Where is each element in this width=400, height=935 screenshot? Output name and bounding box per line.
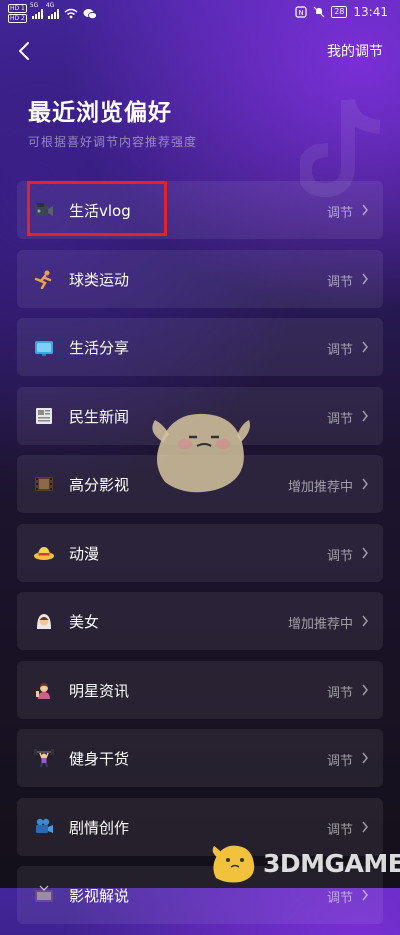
boosting-status[interactable]: 增加推荐中 [288,476,353,495]
item-label: 生活vlog [69,202,131,220]
adjust-button[interactable]: 调节 [327,887,353,906]
list-item[interactable]: 动漫 调节 [17,523,383,582]
wifi-icon [64,8,78,19]
boosting-status[interactable]: 增加推荐中 [288,613,353,632]
watermark-text: 3DMGAME [263,849,400,878]
nav-bar: 我的调节 [0,36,400,66]
adjust-button[interactable]: 调节 [327,339,353,358]
battery-icon: 28 [331,6,348,18]
page-subtitle: 可根据喜好调节内容推荐强度 [28,135,198,149]
status-left: HD 1 HD 2 5G 4G [8,2,97,23]
signal-icon-2: 4G [46,2,59,19]
chevron-right-icon [362,752,368,764]
network-type-2: 4G [45,1,55,9]
list-item[interactable]: 明星资讯 调节 [17,660,383,719]
tv-share-icon [35,341,53,356]
chevron-right-icon [362,204,368,216]
straw-hat-icon [34,546,54,560]
woman-icon [37,614,51,629]
list-item[interactable]: 健身干货 调节 [17,729,383,787]
mascot-watermark-icon [152,413,250,493]
list-item[interactable]: 生活vlog 调节 [17,181,383,239]
list-item[interactable]: 生活分享 调节 [17,318,383,376]
signal-icon: 5G [30,2,43,19]
preference-list: 生活vlog 调节 球类运动 调节 生活分享 调节 民生新闻 调节 高分影视 增… [17,181,383,935]
nfc-icon: N [295,6,307,18]
chevron-right-icon [362,684,368,695]
list-item[interactable]: 美女 增加推荐中 [17,592,383,650]
hd1-badge: HD 1 [8,4,27,13]
hd-indicator: HD 1 HD 2 [8,4,27,23]
video-camera-icon [35,203,53,216]
ball-sport-icon [34,270,52,289]
movie-camera-icon [36,818,53,833]
chevron-right-icon [362,615,368,627]
item-label: 剧情创作 [69,818,130,837]
chevron-right-icon [362,547,368,558]
chevron-right-icon [362,478,368,490]
site-watermark: 3DMGAME [208,840,400,884]
adjust-button[interactable]: 调节 [327,271,353,290]
item-label: 美女 [69,613,100,631]
adjust-button[interactable]: 调节 [327,202,353,221]
mascot-logo-icon [212,845,255,883]
item-label: 高分影视 [69,476,130,494]
chevron-right-icon [362,410,368,421]
my-adjustments-link[interactable]: 我的调节 [327,41,383,61]
item-label: 球类运动 [69,270,130,289]
chevron-right-icon [362,821,368,832]
page-title: 最近浏览偏好 [28,100,172,126]
status-bar: HD 1 HD 2 5G 4G N 28 13:41 [0,0,400,28]
hd2-badge: HD 2 [8,14,27,23]
network-type-1: 5G [29,1,39,9]
item-label: 健身干货 [69,750,130,768]
adjust-button[interactable]: 调节 [327,682,353,701]
item-label: 生活分享 [69,339,130,357]
status-time: 13:41 [353,5,388,19]
newspaper-icon [36,407,52,424]
chevron-right-icon [362,889,368,901]
item-label: 影视解说 [69,887,130,905]
adjust-button[interactable]: 调节 [327,819,353,838]
chevron-right-icon [362,273,368,284]
adjust-button[interactable]: 调节 [327,545,353,564]
list-item[interactable]: 球类运动 调节 [17,249,383,308]
item-label: 民生新闻 [69,407,130,426]
status-right: N 28 13:41 [295,5,388,19]
item-label: 动漫 [69,544,100,563]
film-strip-icon [35,477,53,491]
tv-icon [35,885,53,902]
wechat-icon [83,8,97,19]
chevron-right-icon [362,341,368,353]
celebrity-icon [36,682,50,699]
mute-bell-icon [313,6,325,18]
adjust-button[interactable]: 调节 [327,750,353,769]
svg-text:N: N [299,9,304,17]
back-arrow-icon[interactable] [15,41,35,61]
adjust-button[interactable]: 调节 [327,408,353,427]
item-label: 明星资讯 [69,681,130,700]
weightlifter-icon [34,749,54,768]
